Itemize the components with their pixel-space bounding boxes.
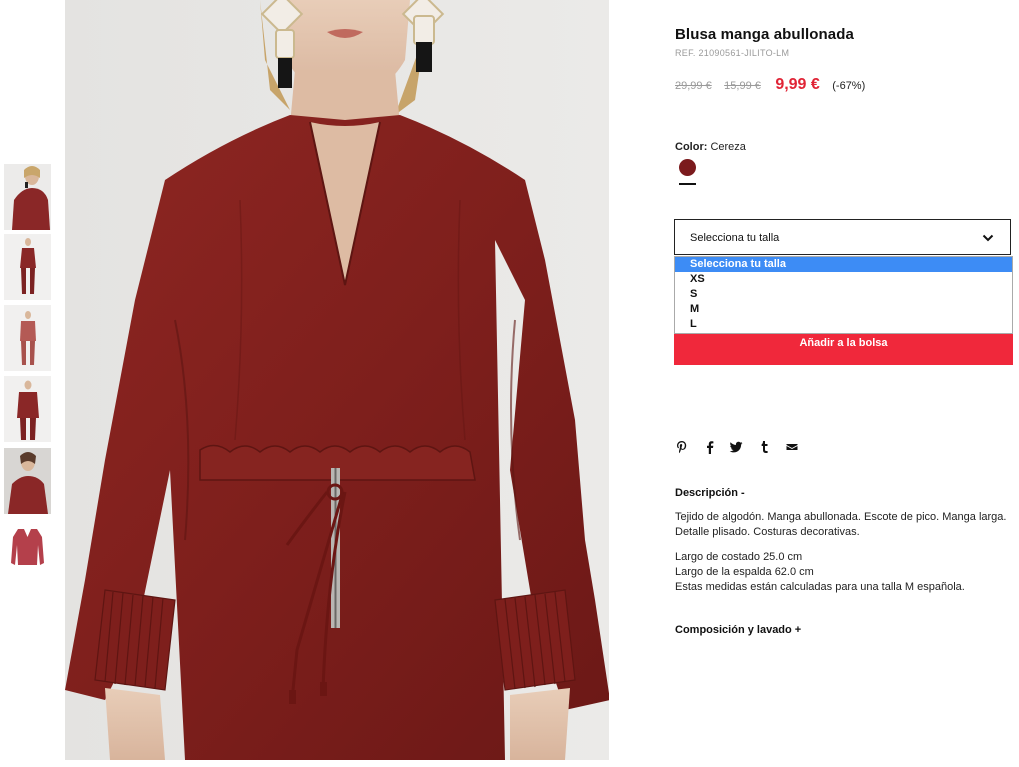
color-label: Color: Cereza [675, 141, 746, 153]
product-title: Blusa manga abullonada [675, 26, 854, 43]
tumblr-icon[interactable] [758, 440, 772, 454]
size-options-list: Selecciona tu talla XS S M L [674, 256, 1013, 334]
color-swatch-cereza[interactable] [679, 159, 696, 176]
discount-badge: (-67%) [832, 80, 866, 92]
size-option-placeholder[interactable]: Selecciona tu talla [675, 257, 1012, 272]
measure-back-length: Largo de la espalda 62.0 cm [675, 566, 814, 578]
thumbnail-2[interactable] [4, 234, 51, 300]
thumbnail-4[interactable] [4, 376, 51, 442]
description-measures: Largo de costado 25.0 cm Largo de la esp… [675, 550, 1015, 595]
email-icon[interactable] [785, 440, 799, 454]
pinterest-icon[interactable] [675, 440, 689, 454]
price-row: 29,99 € 15,99 € 9,99 € (-67%) [675, 76, 865, 96]
facebook-icon[interactable] [703, 440, 717, 454]
chevron-down-icon [982, 234, 994, 242]
size-option-m[interactable]: M [675, 302, 1012, 317]
selected-swatch-indicator [679, 183, 696, 185]
thumbnail-6[interactable] [4, 519, 51, 585]
add-to-bag-label: Añadir a la bolsa [799, 337, 888, 349]
sale-price: 9,99 € [775, 76, 820, 93]
size-select[interactable]: Selecciona tu talla [674, 219, 1011, 255]
description-text: Tejido de algodón. Manga abullonada. Esc… [675, 511, 1007, 538]
product-reference: REF. 21090561-JILITO-LM [675, 48, 790, 58]
size-option-s[interactable]: S [675, 287, 1012, 302]
twitter-icon[interactable] [729, 440, 743, 454]
thumbnail-5[interactable] [4, 448, 51, 514]
size-option-l[interactable]: L [675, 317, 1012, 332]
color-label-title: Color: [675, 141, 708, 153]
thumbnail-1[interactable] [4, 164, 51, 230]
size-select-value: Selecciona tu talla [690, 232, 780, 244]
measure-size-note: Estas medidas están calculadas para una … [675, 581, 965, 593]
original-price: 29,99 € [675, 80, 712, 92]
measure-side-length: Largo de costado 25.0 cm [675, 551, 803, 563]
product-main-image [65, 0, 609, 760]
previous-price: 15,99 € [724, 80, 761, 92]
thumbnail-3[interactable] [4, 305, 51, 371]
description-toggle[interactable]: Descripción - [675, 487, 745, 499]
size-option-xs[interactable]: XS [675, 272, 1012, 287]
color-value: Cereza [710, 141, 746, 153]
composition-toggle[interactable]: Composición y lavado + [675, 624, 801, 636]
